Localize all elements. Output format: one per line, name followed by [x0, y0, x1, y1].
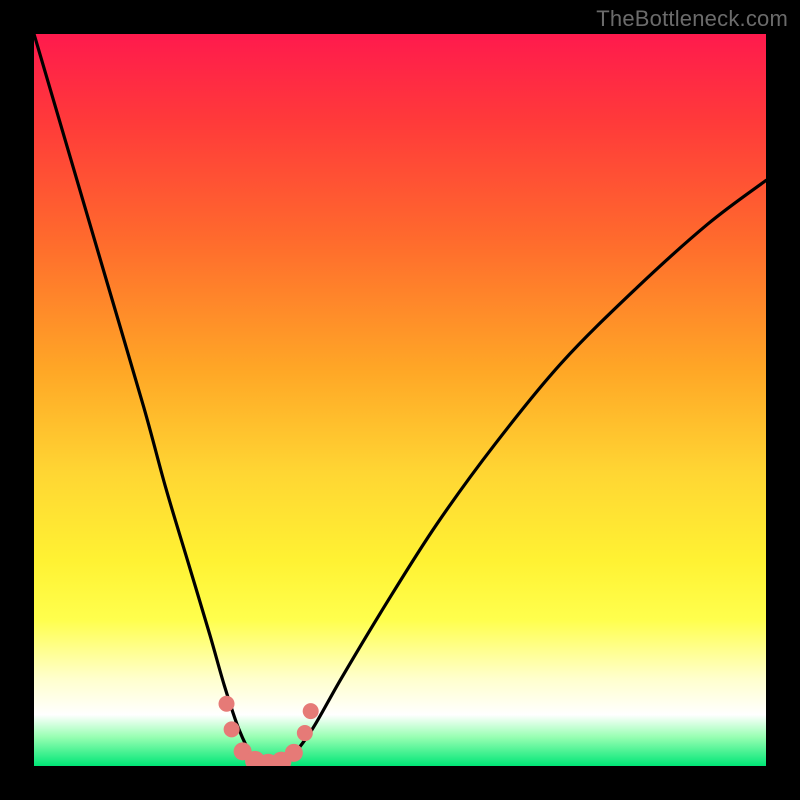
trough-marker [285, 744, 303, 762]
bottleneck-curve [34, 34, 766, 765]
trough-marker [224, 721, 240, 737]
watermark-text: TheBottleneck.com [596, 6, 788, 32]
curve-layer [34, 34, 766, 766]
chart-frame: TheBottleneck.com [0, 0, 800, 800]
trough-marker [303, 703, 319, 719]
trough-marker [219, 696, 235, 712]
trough-markers [219, 696, 319, 766]
trough-marker [297, 725, 313, 741]
plot-area [34, 34, 766, 766]
